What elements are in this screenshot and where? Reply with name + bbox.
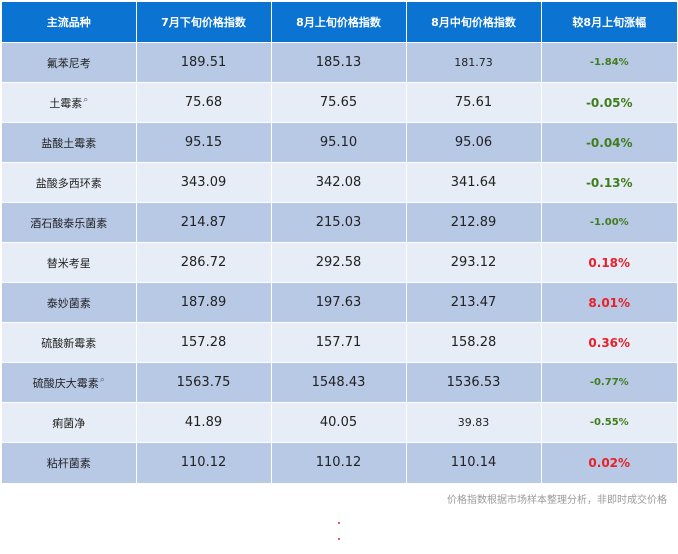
variety-name: 硫酸庆大霉素 bbox=[32, 376, 99, 390]
aug-mid-value: 158.28 bbox=[406, 322, 542, 363]
header-variety: 主流品种 bbox=[2, 2, 137, 43]
variety-cell: 氟苯尼考 bbox=[2, 42, 137, 83]
header-change: 较8月上旬涨幅 bbox=[541, 2, 677, 43]
aug-mid-value: 75.61 bbox=[406, 82, 542, 123]
variety-name: 替米考星 bbox=[46, 256, 91, 270]
variety-cell: 痢菌净 bbox=[2, 402, 137, 443]
change-value: -0.05% bbox=[541, 82, 677, 123]
aug-early-value: 157.71 bbox=[271, 322, 407, 363]
price-index-table: 主流品种 7月下旬价格指数 8月上旬价格指数 8月中旬价格指数 较8月上旬涨幅 … bbox=[2, 2, 677, 483]
jul-late-value: 214.87 bbox=[136, 202, 272, 243]
variety-cell: 硫酸新霉素 bbox=[2, 322, 137, 363]
variety-name: 酒石酸泰乐菌素 bbox=[30, 216, 108, 230]
table-row: 盐酸土霉素 95.15 95.10 95.06 -0.04% bbox=[2, 122, 677, 163]
variety-name: 硫酸新霉素 bbox=[41, 336, 97, 350]
table-body: 氟苯尼考 189.51 185.13 181.73 -1.84% 土霉素⌕ 75.68 75.… bbox=[2, 42, 677, 483]
aug-mid-value: 341.64 bbox=[406, 162, 542, 203]
jul-late-value: 1563.75 bbox=[136, 362, 272, 403]
change-value: -0.77% bbox=[541, 362, 677, 403]
jul-late-value: 157.28 bbox=[136, 322, 272, 363]
jul-late-value: 95.15 bbox=[136, 122, 272, 163]
variety-cell: 泰妙菌素 bbox=[2, 282, 137, 323]
jul-late-value: 75.68 bbox=[136, 82, 272, 123]
price-index-table-container: 主流品种 7月下旬价格指数 8月上旬价格指数 8月中旬价格指数 较8月上旬涨幅 … bbox=[2, 2, 678, 483]
variety-name: 泰妙菌素 bbox=[46, 296, 91, 310]
variety-name: 土霉素 bbox=[49, 96, 83, 110]
table-row: 粘杆菌素 110.12 110.12 110.14 0.02% bbox=[2, 442, 677, 483]
table-row: 酒石酸泰乐菌素 214.87 215.03 212.89 -1.00% bbox=[2, 202, 677, 243]
jul-late-value: 110.12 bbox=[136, 442, 272, 483]
decorative-dot bbox=[338, 522, 340, 524]
jul-late-value: 189.51 bbox=[136, 42, 272, 83]
table-header: 主流品种 7月下旬价格指数 8月上旬价格指数 8月中旬价格指数 较8月上旬涨幅 bbox=[2, 2, 677, 43]
jul-late-value: 187.89 bbox=[136, 282, 272, 323]
change-value: 0.18% bbox=[541, 242, 677, 283]
table-row: 盐酸多西环素 343.09 342.08 341.64 -0.13% bbox=[2, 162, 677, 203]
jul-late-value: 41.89 bbox=[136, 402, 272, 443]
aug-early-value: 185.13 bbox=[271, 42, 407, 83]
header-jul-late: 7月下旬价格指数 bbox=[136, 2, 272, 43]
aug-early-value: 110.12 bbox=[271, 442, 407, 483]
table-row: 氟苯尼考 189.51 185.13 181.73 -1.84% bbox=[2, 42, 677, 83]
variety-cell: 土霉素⌕ bbox=[2, 82, 137, 123]
variety-cell: 酒石酸泰乐菌素 bbox=[2, 202, 137, 243]
jul-late-value: 343.09 bbox=[136, 162, 272, 203]
change-value: 8.01% bbox=[541, 282, 677, 323]
change-value: -0.04% bbox=[541, 122, 677, 163]
aug-early-value: 40.05 bbox=[271, 402, 407, 443]
variety-cell: 盐酸多西环素 bbox=[2, 162, 137, 203]
change-value: -0.55% bbox=[541, 402, 677, 443]
variety-cell: 硫酸庆大霉素⌕ bbox=[2, 362, 137, 403]
decorative-dot bbox=[338, 538, 340, 540]
change-value: -0.13% bbox=[541, 162, 677, 203]
variety-name: 盐酸多西环素 bbox=[35, 176, 102, 190]
aug-mid-value: 212.89 bbox=[406, 202, 542, 243]
table-row: 硫酸庆大霉素⌕ 1563.75 1548.43 1536.53 -0.77% bbox=[2, 362, 677, 403]
change-value: -1.00% bbox=[541, 202, 677, 243]
variety-name: 氟苯尼考 bbox=[46, 56, 91, 70]
aug-mid-value: 95.06 bbox=[406, 122, 542, 163]
table-row: 泰妙菌素 187.89 197.63 213.47 8.01% bbox=[2, 282, 677, 323]
change-value: -1.84% bbox=[541, 42, 677, 83]
aug-early-value: 75.65 bbox=[271, 82, 407, 123]
variety-cell: 替米考星 bbox=[2, 242, 137, 283]
aug-early-value: 1548.43 bbox=[271, 362, 407, 403]
aug-early-value: 215.03 bbox=[271, 202, 407, 243]
aug-mid-value: 181.73 bbox=[406, 42, 542, 83]
variety-cell: 粘杆菌素 bbox=[2, 442, 137, 483]
header-row: 主流品种 7月下旬价格指数 8月上旬价格指数 8月中旬价格指数 较8月上旬涨幅 bbox=[2, 2, 677, 43]
search-icon[interactable]: ⌕ bbox=[100, 375, 105, 385]
variety-name: 痢菌净 bbox=[52, 416, 86, 430]
table-row: 硫酸新霉素 157.28 157.71 158.28 0.36% bbox=[2, 322, 677, 363]
aug-mid-value: 293.12 bbox=[406, 242, 542, 283]
aug-mid-value: 213.47 bbox=[406, 282, 542, 323]
variety-name: 盐酸土霉素 bbox=[41, 136, 97, 150]
change-value: 0.36% bbox=[541, 322, 677, 363]
aug-early-value: 292.58 bbox=[271, 242, 407, 283]
search-icon[interactable]: ⌕ bbox=[83, 95, 88, 105]
variety-cell: 盐酸土霉素 bbox=[2, 122, 137, 163]
aug-mid-value: 39.83 bbox=[406, 402, 542, 443]
aug-early-value: 342.08 bbox=[271, 162, 407, 203]
table-row: 土霉素⌕ 75.68 75.65 75.61 -0.05% bbox=[2, 82, 677, 123]
jul-late-value: 286.72 bbox=[136, 242, 272, 283]
table-row: 替米考星 286.72 292.58 293.12 0.18% bbox=[2, 242, 677, 283]
aug-early-value: 95.10 bbox=[271, 122, 407, 163]
header-aug-early: 8月上旬价格指数 bbox=[271, 2, 407, 43]
aug-mid-value: 110.14 bbox=[406, 442, 542, 483]
aug-mid-value: 1536.53 bbox=[406, 362, 542, 403]
change-value: 0.02% bbox=[541, 442, 677, 483]
header-aug-mid: 8月中旬价格指数 bbox=[406, 2, 542, 43]
aug-early-value: 197.63 bbox=[271, 282, 407, 323]
footer-note: 价格指数根据市场样本整理分析，非即时成交价格 bbox=[447, 495, 667, 506]
variety-name: 粘杆菌素 bbox=[46, 456, 91, 470]
table-row: 痢菌净 41.89 40.05 39.83 -0.55% bbox=[2, 402, 677, 443]
